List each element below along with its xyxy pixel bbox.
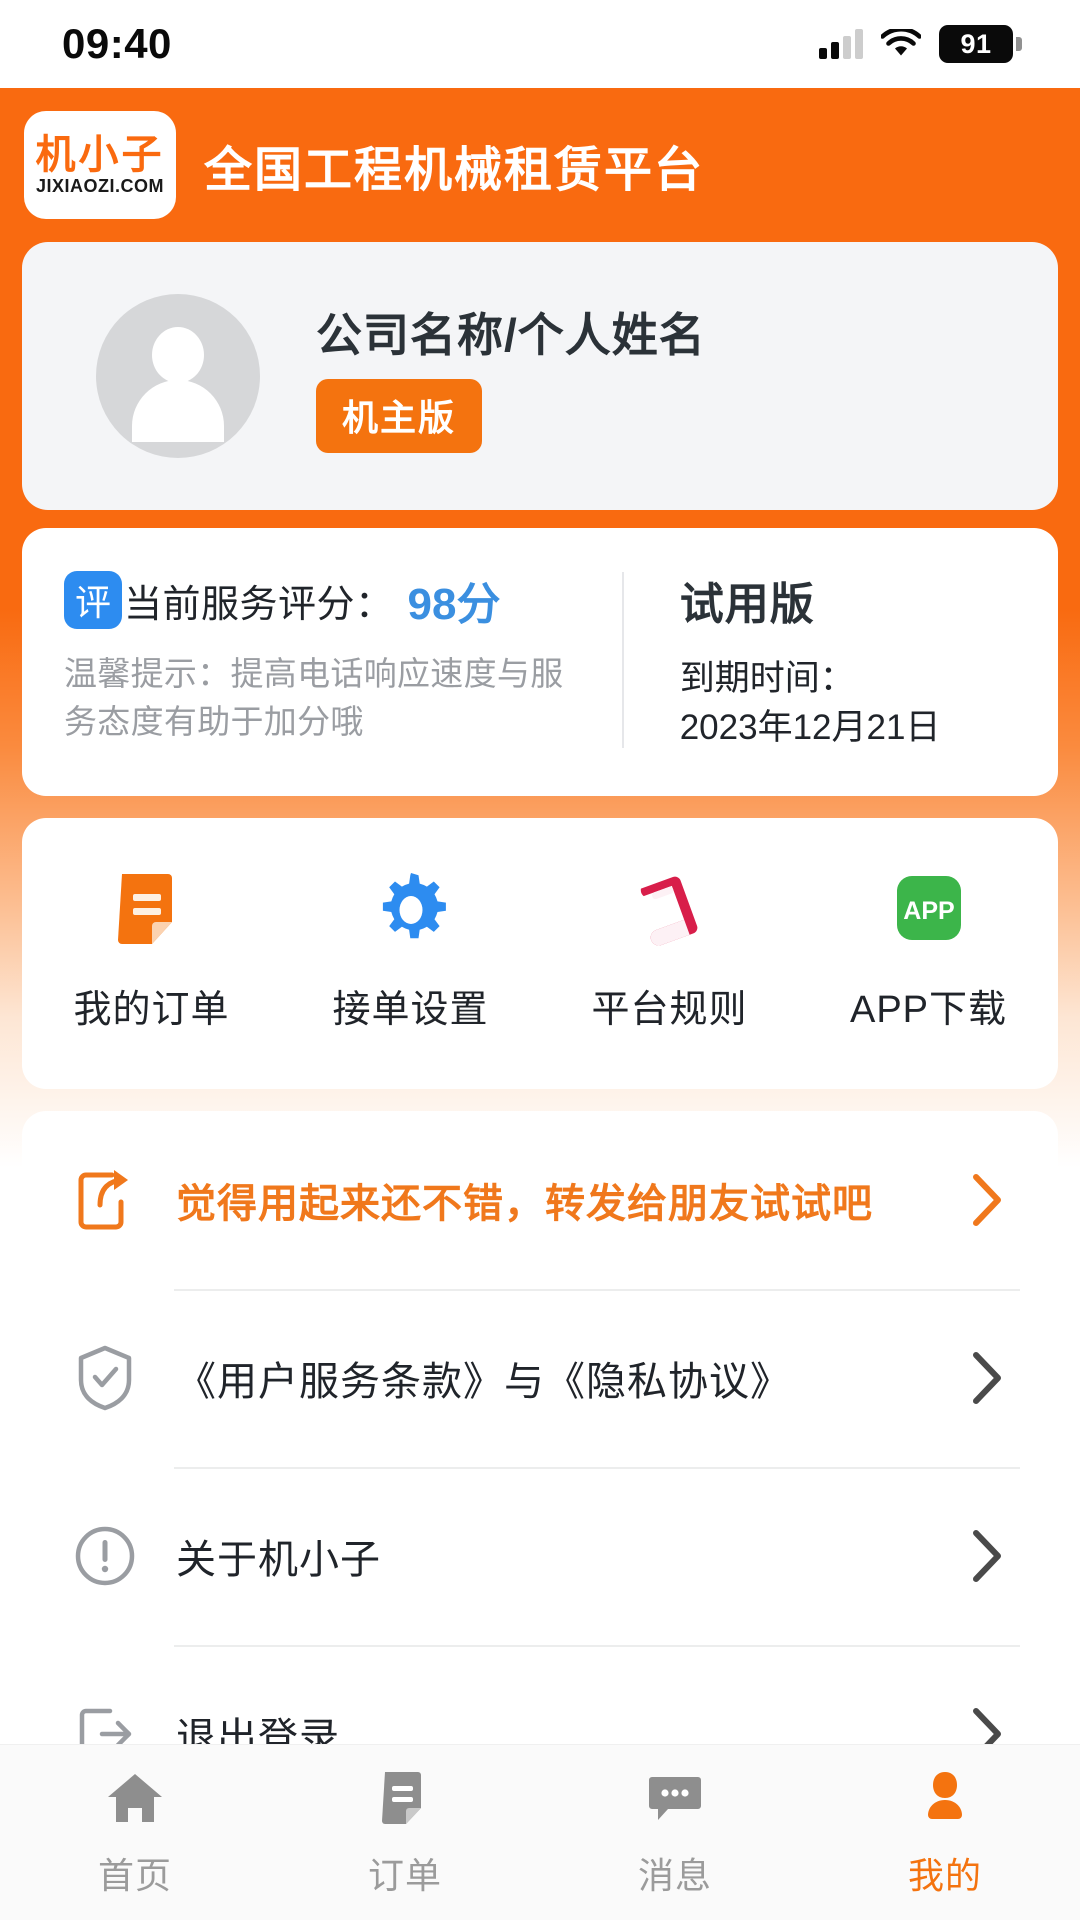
rating-chip-icon: 评 — [64, 571, 122, 629]
score-row: 评 当前服务评分： 98分 — [64, 568, 592, 632]
score-label: 当前服务评分： — [124, 583, 394, 626]
quick-action-my-orders[interactable]: 我的订单 — [22, 868, 281, 1033]
order-icon — [382, 1771, 421, 1824]
trial-title: 试用版 — [679, 580, 815, 629]
role-badge: 机主版 — [316, 379, 483, 453]
battery-icon: 91 — [939, 25, 1022, 63]
profile-info: 公司名称/个人姓名 机主版 — [316, 299, 706, 453]
tab-label: 消息 — [637, 1854, 712, 1896]
trial-expiry-date: 2023年12月21日 — [679, 708, 941, 747]
bottom-tab-bar: 首页 订单 消息 我的 — [0, 1744, 1080, 1920]
quick-action-order-settings[interactable]: 接单设置 — [281, 868, 540, 1033]
list-item-label: 关于机小子 — [176, 1538, 381, 1582]
chevron-right-icon — [973, 1530, 1001, 1582]
tab-messages[interactable]: 消息 — [540, 1745, 810, 1920]
list-item-label: 觉得用起来还不错，转发给朋友试试吧 — [176, 1182, 873, 1226]
brand-logo: 机小子 JIXIAOZI.COM — [24, 111, 176, 219]
avatar[interactable] — [96, 294, 260, 458]
svg-text:APP: APP — [903, 897, 954, 925]
profile-name: 公司名称/个人姓名 — [316, 309, 706, 361]
logo-chinese-text: 机小子 — [35, 132, 165, 178]
share-icon — [66, 1167, 144, 1233]
chevron-right-icon — [973, 1352, 1001, 1404]
status-bar: 09:40 91 — [0, 0, 1080, 88]
tab-mine[interactable]: 我的 — [810, 1745, 1080, 1920]
quick-action-label: 接单设置 — [332, 989, 489, 1031]
shield-check-icon — [66, 1344, 144, 1412]
tab-home[interactable]: 首页 — [0, 1745, 270, 1920]
home-icon — [108, 1773, 162, 1822]
score-value: 98分 — [407, 580, 501, 629]
exclamation-circle-icon — [66, 1525, 144, 1587]
settings-list-card: 觉得用起来还不错，转发给朋友试试吧 《用户服务条款》与《隐私协议》 关于机小子 … — [22, 1111, 1058, 1823]
profile-card[interactable]: 公司名称/个人姓名 机主版 — [22, 242, 1058, 510]
app-screen: 09:40 91 机小子 JIXIAOZI.COM 全国工程机械租赁平台 公司名… — [0, 0, 1080, 1920]
user-icon — [928, 1771, 962, 1819]
quick-actions-card: 我的订单 接单设置 平台规则 APP APP下载 — [22, 818, 1058, 1089]
gear-icon — [369, 868, 453, 952]
order-document-icon — [110, 868, 194, 952]
quick-action-label: 平台规则 — [591, 989, 748, 1031]
quick-action-label: APP下载 — [849, 989, 1008, 1031]
wifi-icon — [881, 29, 921, 59]
trial-section: 试用版 到期时间： 2023年12月21日 — [624, 568, 1058, 752]
service-score-card: 评 当前服务评分： 98分 温馨提示：提高电话响应速度与服务态度有助于加分哦 试… — [22, 528, 1058, 796]
list-item-share[interactable]: 觉得用起来还不错，转发给朋友试试吧 — [52, 1111, 1028, 1289]
battery-level: 91 — [939, 25, 1013, 63]
quick-action-app-download[interactable]: APP APP下载 — [799, 868, 1058, 1033]
tab-label: 我的 — [907, 1854, 982, 1896]
app-header: 机小子 JIXIAOZI.COM 全国工程机械租赁平台 — [0, 88, 1080, 242]
quick-action-label: 我的订单 — [73, 989, 230, 1031]
cellular-signal-icon — [819, 29, 863, 59]
trial-expiry: 到期时间： 2023年12月21日 — [680, 654, 1058, 752]
chevron-right-icon — [973, 1174, 1001, 1226]
list-item-label: 《用户服务条款》与《隐私协议》 — [176, 1360, 791, 1404]
trial-expiry-label: 到期时间： — [679, 659, 855, 698]
tab-orders[interactable]: 订单 — [270, 1745, 540, 1920]
list-item-about[interactable]: 关于机小子 — [52, 1467, 1028, 1645]
tab-label: 订单 — [367, 1854, 442, 1896]
tab-label: 首页 — [97, 1854, 172, 1896]
book-icon — [628, 868, 712, 952]
list-item-terms-privacy[interactable]: 《用户服务条款》与《隐私协议》 — [52, 1289, 1028, 1467]
score-section: 评 当前服务评分： 98分 温馨提示：提高电话响应速度与服务态度有助于加分哦 — [22, 568, 622, 752]
quick-action-platform-rules[interactable]: 平台规则 — [540, 868, 799, 1033]
status-bar-indicators: 91 — [819, 25, 1022, 63]
score-tip-text: 温馨提示：提高电话响应速度与服务态度有助于加分哦 — [64, 655, 564, 740]
page-title: 全国工程机械租赁平台 — [204, 144, 705, 197]
message-icon — [649, 1776, 701, 1820]
app-download-icon: APP — [887, 868, 971, 952]
status-bar-time: 09:40 — [62, 20, 172, 67]
logo-domain-text: JIXIAOZI.COM — [35, 176, 164, 196]
